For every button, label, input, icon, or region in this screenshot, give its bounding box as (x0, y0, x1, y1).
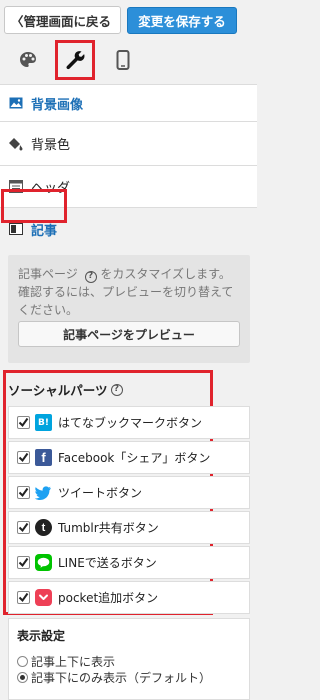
topbar: 〈管理画面に戻る 変更を保存する (0, 0, 257, 84)
display-settings-panel: 表示設定 記事上下に表示 記事下にのみ表示（デフォルト） (8, 618, 250, 700)
checkbox[interactable] (17, 521, 30, 534)
checkbox[interactable] (17, 556, 30, 569)
social-item-tumblr[interactable]: t Tumblr共有ボタン (8, 511, 250, 544)
checkbox[interactable] (17, 416, 30, 429)
wrench-icon (66, 51, 85, 70)
facebook-icon: f (35, 449, 52, 466)
preview-article-button[interactable]: 記事ページをプレビュー (18, 321, 240, 347)
description-text-1: 記事ページ (18, 267, 78, 281)
radio-option-bottom-only[interactable]: 記事下にのみ表示（デフォルト） (17, 669, 241, 685)
social-item-label: Facebook「シェア」ボタン (58, 451, 211, 465)
pocket-icon (35, 589, 52, 606)
social-item-label: pocket追加ボタン (58, 591, 159, 605)
twitter-icon (35, 484, 52, 501)
tumblr-icon: t (35, 519, 52, 536)
social-parts-title: ソーシャルパーツ (8, 383, 108, 398)
social-item-label: ツイートボタン (58, 486, 143, 500)
social-item-label: Tumblr共有ボタン (58, 521, 159, 535)
hatena-icon: B! (35, 414, 52, 431)
social-item-facebook[interactable]: f Facebook「シェア」ボタン (8, 441, 250, 474)
social-item-label: LINEで送るボタン (58, 556, 157, 570)
checkbox[interactable] (17, 451, 30, 464)
back-to-admin-button[interactable]: 〈管理画面に戻る (4, 6, 121, 34)
social-parts-heading: ソーシャルパーツ ? (8, 380, 123, 399)
checkbox[interactable] (17, 486, 30, 499)
checkbox[interactable] (17, 591, 30, 604)
section-background-image[interactable]: 背景画像 (0, 84, 257, 122)
display-settings-title: 表示設定 (17, 629, 66, 643)
tab-mobile[interactable] (108, 42, 138, 78)
help-icon[interactable]: ? (84, 271, 97, 283)
image-icon (8, 95, 24, 111)
radio-option-top-bottom[interactable]: 記事上下に表示 (17, 653, 241, 669)
social-item-twitter[interactable]: ツイートボタン (8, 476, 250, 509)
social-item-hatena[interactable]: B! はてなブックマークボタン (8, 406, 250, 439)
social-item-pocket[interactable]: pocket追加ボタン (8, 581, 250, 614)
mobile-icon (116, 50, 130, 70)
help-icon[interactable]: ? (110, 383, 123, 396)
social-item-line[interactable]: LINEで送るボタン (8, 546, 250, 579)
palette-icon (20, 52, 36, 67)
article-layout-icon (8, 221, 24, 237)
radio-label: 記事上下に表示 (31, 654, 116, 669)
tab-design[interactable] (13, 42, 43, 78)
article-highlight-frame (1, 189, 67, 223)
social-item-label: はてなブックマークボタン (58, 416, 203, 430)
paint-bucket-icon (8, 136, 24, 152)
section-label: 背景色 (31, 138, 71, 153)
save-changes-button[interactable]: 変更を保存する (127, 7, 237, 34)
radio-label: 記事下にのみ表示（デフォルト） (31, 670, 212, 685)
tab-customize[interactable] (55, 40, 95, 80)
line-icon (35, 554, 52, 571)
radio-button[interactable] (17, 671, 28, 683)
radio-button[interactable] (17, 655, 28, 667)
section-label: 背景画像 (31, 97, 84, 113)
section-background-color[interactable]: 背景色 (0, 122, 257, 166)
